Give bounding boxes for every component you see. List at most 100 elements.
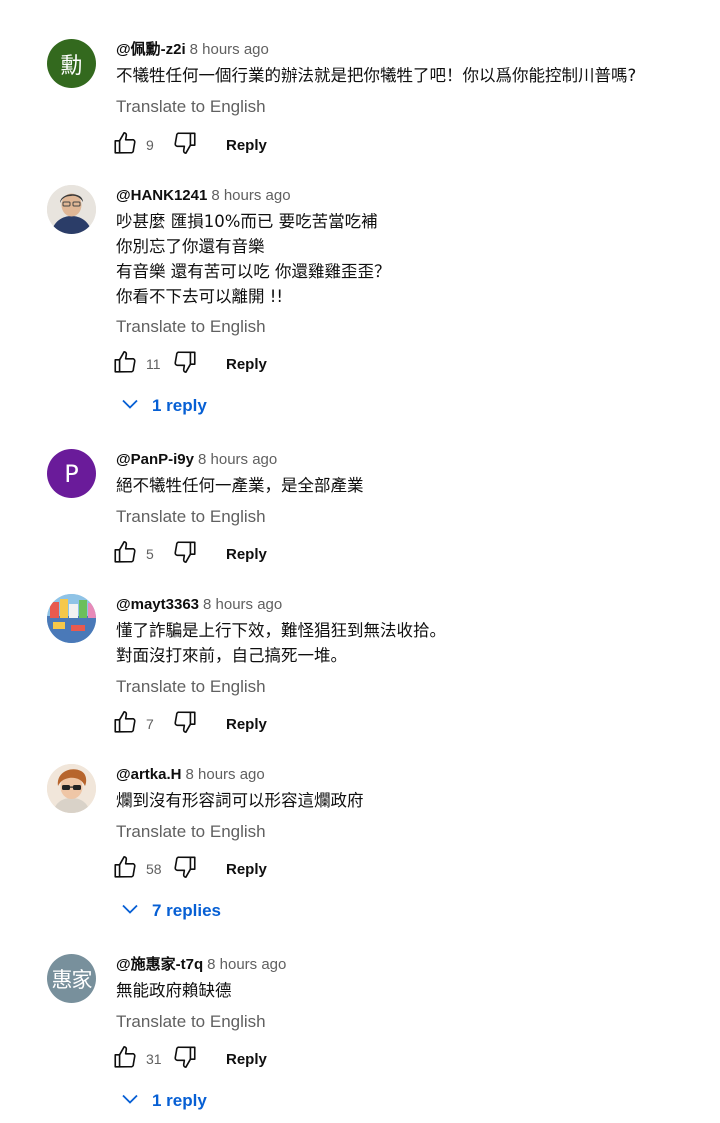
thumbs-up-icon bbox=[112, 349, 138, 380]
thumbs-down-icon bbox=[172, 130, 198, 161]
comment-actions: 11 Reply bbox=[112, 349, 267, 379]
dislike-button[interactable] bbox=[172, 854, 198, 885]
comment-actions: 5 Reply bbox=[112, 539, 267, 569]
like-count: 58 bbox=[146, 861, 162, 877]
dislike-button[interactable] bbox=[172, 1044, 198, 1075]
reply-button[interactable]: Reply bbox=[226, 1051, 267, 1068]
view-replies-label: 7 replies bbox=[152, 901, 221, 920]
chevron-down-icon bbox=[120, 899, 140, 924]
thumbs-down-icon bbox=[172, 539, 198, 570]
comment-author[interactable]: @佩勳-z2i bbox=[116, 41, 186, 58]
comment-author[interactable]: @mayt3363 bbox=[116, 596, 199, 613]
thumbs-down-icon bbox=[172, 854, 198, 885]
translate-link[interactable]: Translate to English bbox=[116, 95, 266, 119]
avatar[interactable]: 勳 bbox=[47, 39, 96, 88]
comment-author[interactable]: @PanP-i9y bbox=[116, 451, 194, 468]
comment-actions: 31 Reply bbox=[112, 1044, 267, 1074]
reply-button[interactable]: Reply bbox=[226, 716, 267, 733]
reply-button[interactable]: Reply bbox=[226, 546, 267, 563]
like-count: 11 bbox=[146, 356, 161, 372]
thumbs-up-icon bbox=[112, 1044, 138, 1075]
translate-link[interactable]: Translate to English bbox=[116, 315, 266, 339]
view-replies-button[interactable]: 1 reply bbox=[120, 393, 207, 419]
like-button[interactable]: 11 bbox=[112, 349, 164, 380]
comment-text: 爛到沒有形容詞可以形容這爛政府 bbox=[116, 788, 364, 813]
comment-time[interactable]: 8 hours ago bbox=[190, 41, 269, 58]
like-button[interactable]: 9 bbox=[112, 130, 164, 161]
comment-text: 懂了詐騙是上行下效，難怪猖狂到無法收拾。 對面沒打來前，自己搞死一堆。 bbox=[116, 618, 446, 668]
comment-line: 有音樂 還有苦可以吃 你還雞雞歪歪？ bbox=[116, 262, 391, 281]
thumbs-up-icon bbox=[112, 854, 138, 885]
comment-time[interactable]: 8 hours ago bbox=[198, 451, 277, 468]
avatar-photo bbox=[47, 185, 96, 234]
reply-button[interactable]: Reply bbox=[226, 861, 267, 878]
avatar[interactable] bbox=[47, 764, 96, 813]
comment-text: 無能政府賴缺德 bbox=[116, 978, 232, 1003]
comment-text: 吵甚麼 匯損10%而已 要吃苦當吃補 你別忘了你還有音樂 有音樂 還有苦可以吃 … bbox=[116, 209, 391, 309]
view-replies-button[interactable]: 7 replies bbox=[120, 898, 221, 924]
view-replies-label: 1 reply bbox=[152, 1091, 207, 1110]
like-count: 7 bbox=[146, 716, 154, 732]
comment-line: 你看不下去可以離開 !! bbox=[116, 287, 283, 306]
avatar[interactable]: P bbox=[47, 449, 96, 498]
reply-button[interactable]: Reply bbox=[226, 356, 267, 373]
comment-line: 絕不犧牲任何一產業，是全部產業 bbox=[116, 476, 364, 495]
comment-header: @施惠家-t7q 8 hours ago bbox=[116, 954, 286, 976]
like-button[interactable]: 31 bbox=[112, 1044, 164, 1075]
view-replies-button[interactable]: 1 reply bbox=[120, 1088, 207, 1114]
comment-header: @mayt3363 8 hours ago bbox=[116, 594, 282, 616]
comment-line: 吵甚麼 匯損10%而已 要吃苦當吃補 bbox=[116, 212, 378, 231]
comment-header: @artka.H 8 hours ago bbox=[116, 764, 265, 786]
comment-header: @佩勳-z2i 8 hours ago bbox=[116, 39, 269, 61]
thumbs-up-icon bbox=[112, 709, 138, 740]
chevron-down-icon bbox=[120, 1089, 140, 1114]
comment-line: 對面沒打來前，自己搞死一堆。 bbox=[116, 646, 347, 665]
comment-line: 無能政府賴缺德 bbox=[116, 981, 232, 1000]
like-count: 5 bbox=[146, 546, 154, 562]
avatar-photo bbox=[47, 764, 96, 813]
like-button[interactable]: 7 bbox=[112, 709, 164, 740]
avatar[interactable] bbox=[47, 594, 96, 643]
dislike-button[interactable] bbox=[172, 130, 198, 161]
avatar-photo bbox=[47, 594, 96, 643]
translate-link[interactable]: Translate to English bbox=[116, 675, 266, 699]
comment-line: 懂了詐騙是上行下效，難怪猖狂到無法收拾。 bbox=[116, 621, 446, 640]
dislike-button[interactable] bbox=[172, 539, 198, 570]
comment-header: @PanP-i9y 8 hours ago bbox=[116, 449, 277, 471]
like-button[interactable]: 58 bbox=[112, 854, 164, 885]
comment-time[interactable]: 8 hours ago bbox=[211, 187, 290, 204]
comment-text: 不犧牲任何一個行業的辦法就是把你犧牲了吧！你以爲你能控制川普嗎? bbox=[116, 63, 636, 88]
thumbs-down-icon bbox=[172, 349, 198, 380]
avatar[interactable]: 惠家 bbox=[47, 954, 96, 1003]
comment-author[interactable]: @artka.H bbox=[116, 766, 182, 783]
comment-time[interactable]: 8 hours ago bbox=[203, 596, 282, 613]
comment-author[interactable]: @施惠家-t7q bbox=[116, 956, 203, 973]
like-count: 31 bbox=[146, 1051, 162, 1067]
translate-link[interactable]: Translate to English bbox=[116, 505, 266, 529]
comment-line: 不犧牲任何一個行業的辦法就是把你犧牲了吧！你以爲你能控制川普嗎? bbox=[116, 66, 637, 85]
avatar[interactable] bbox=[47, 185, 96, 234]
comment-actions: 58 Reply bbox=[112, 854, 267, 884]
dislike-button[interactable] bbox=[172, 709, 198, 740]
comment-line: 你別忘了你還有音樂 bbox=[116, 237, 265, 256]
chevron-down-icon bbox=[120, 394, 140, 419]
thumbs-up-icon bbox=[112, 130, 138, 161]
translate-link[interactable]: Translate to English bbox=[116, 1010, 266, 1034]
comment-line: 爛到沒有形容詞可以形容這爛政府 bbox=[116, 791, 364, 810]
comment-actions: 9 Reply bbox=[112, 130, 267, 160]
reply-button[interactable]: Reply bbox=[226, 137, 267, 154]
comment-text: 絕不犧牲任何一產業，是全部產業 bbox=[116, 473, 364, 498]
comment-time[interactable]: 8 hours ago bbox=[186, 766, 265, 783]
thumbs-down-icon bbox=[172, 709, 198, 740]
comment-author[interactable]: @HANK1241 bbox=[116, 187, 207, 204]
comment-actions: 7 Reply bbox=[112, 709, 267, 739]
like-button[interactable]: 5 bbox=[112, 539, 164, 570]
thumbs-up-icon bbox=[112, 539, 138, 570]
thumbs-down-icon bbox=[172, 1044, 198, 1075]
like-count: 9 bbox=[146, 137, 154, 153]
view-replies-label: 1 reply bbox=[152, 396, 207, 415]
comment-header: @HANK1241 8 hours ago bbox=[116, 185, 291, 207]
dislike-button[interactable] bbox=[172, 349, 198, 380]
comment-time[interactable]: 8 hours ago bbox=[207, 956, 286, 973]
translate-link[interactable]: Translate to English bbox=[116, 820, 266, 844]
